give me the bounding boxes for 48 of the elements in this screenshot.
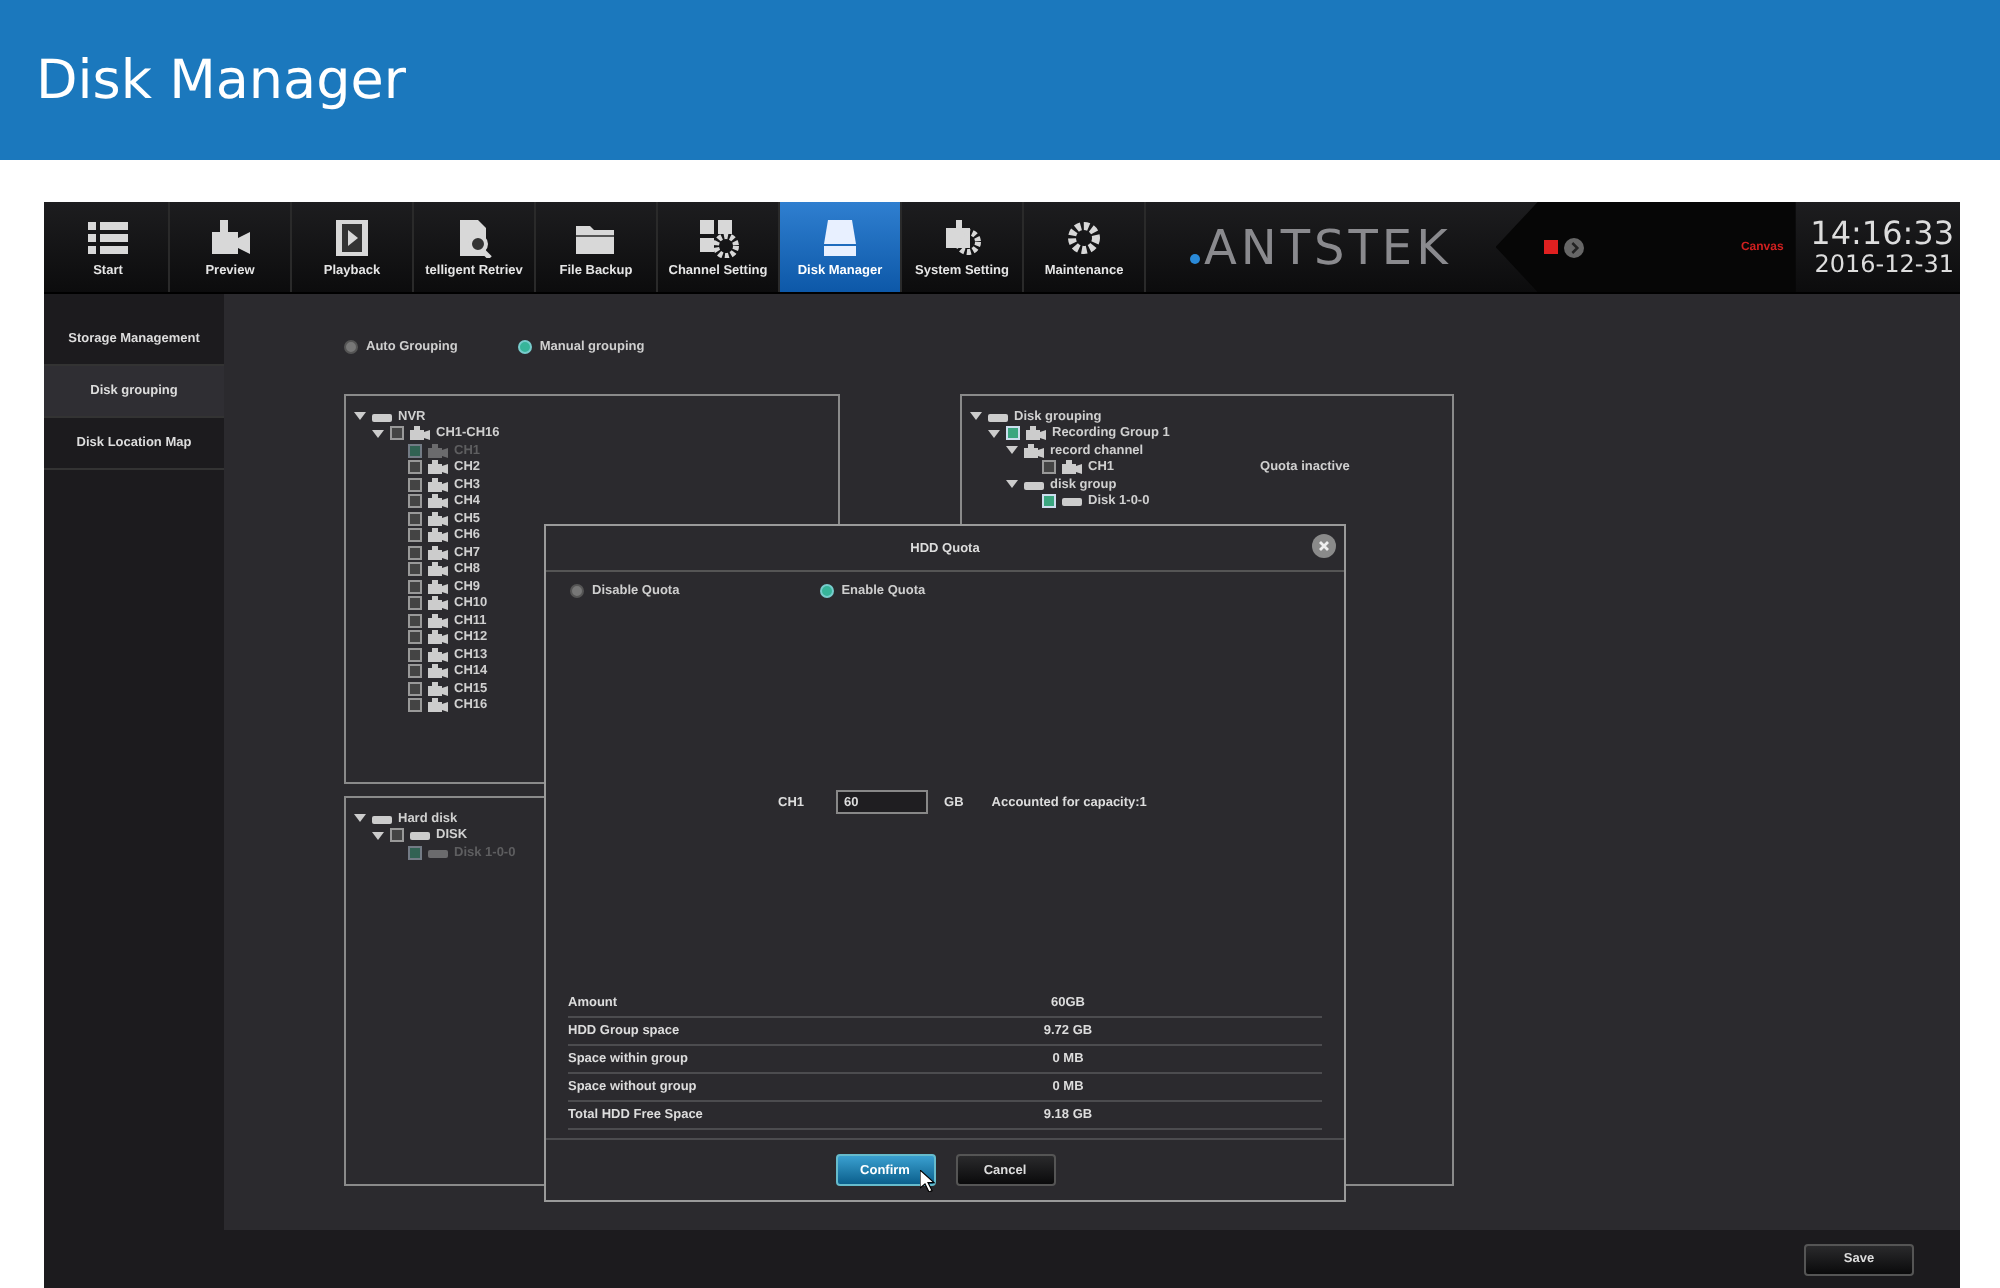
checkbox[interactable] bbox=[408, 562, 422, 577]
checkbox[interactable] bbox=[408, 545, 422, 560]
gear-icon bbox=[1062, 217, 1106, 257]
clock-time: 14:16:33 bbox=[1810, 216, 1954, 250]
radio-button[interactable] bbox=[819, 584, 834, 598]
checkbox[interactable] bbox=[408, 630, 422, 645]
logo-text: ANTSTEK bbox=[1204, 219, 1452, 275]
collapse-arrow-icon[interactable] bbox=[372, 829, 384, 842]
collapse-arrow-icon[interactable] bbox=[372, 427, 384, 440]
collapse-arrow-icon[interactable] bbox=[1006, 478, 1018, 491]
collapse-arrow-icon[interactable] bbox=[354, 410, 366, 423]
collapse-arrow-icon[interactable] bbox=[970, 410, 982, 423]
collapse-arrow-icon[interactable] bbox=[988, 427, 1000, 440]
checkbox[interactable] bbox=[408, 528, 422, 543]
drive-icon bbox=[988, 409, 1008, 424]
checkbox[interactable] bbox=[408, 698, 422, 713]
disk-icon bbox=[818, 217, 862, 257]
checkbox[interactable] bbox=[408, 681, 422, 696]
checkbox[interactable] bbox=[408, 579, 422, 594]
record-icon bbox=[1543, 240, 1558, 254]
collapse-arrow-icon[interactable] bbox=[1006, 444, 1018, 457]
film-icon bbox=[330, 217, 374, 257]
checkbox[interactable] bbox=[408, 613, 422, 628]
list-icon bbox=[86, 217, 130, 257]
collapse-arrow-icon[interactable] bbox=[354, 812, 366, 825]
checkbox[interactable] bbox=[1042, 460, 1056, 475]
checkbox[interactable] bbox=[408, 460, 422, 475]
camera-icon bbox=[208, 217, 252, 257]
close-icon[interactable] bbox=[1312, 534, 1336, 558]
checkbox[interactable] bbox=[390, 828, 404, 843]
gear-grid-icon bbox=[696, 217, 740, 257]
radio-button[interactable] bbox=[517, 339, 532, 353]
checkbox[interactable] bbox=[408, 511, 422, 526]
checkbox[interactable] bbox=[408, 494, 422, 509]
radio-button[interactable] bbox=[570, 584, 584, 598]
cursor-icon bbox=[920, 1170, 936, 1192]
checkbox[interactable] bbox=[408, 647, 422, 662]
checkbox[interactable] bbox=[408, 477, 422, 492]
gear-icon bbox=[940, 217, 984, 257]
dot-icon bbox=[1190, 254, 1200, 264]
drive-icon bbox=[372, 409, 392, 424]
checkbox[interactable] bbox=[408, 664, 422, 679]
radio-button[interactable] bbox=[344, 339, 358, 353]
clock-date: 2016-12-31 bbox=[1814, 250, 1954, 278]
camera-icon bbox=[1062, 460, 1082, 475]
checkbox[interactable] bbox=[408, 596, 422, 611]
page-title: Disk Manager bbox=[36, 49, 406, 111]
checkbox[interactable] bbox=[390, 426, 404, 441]
